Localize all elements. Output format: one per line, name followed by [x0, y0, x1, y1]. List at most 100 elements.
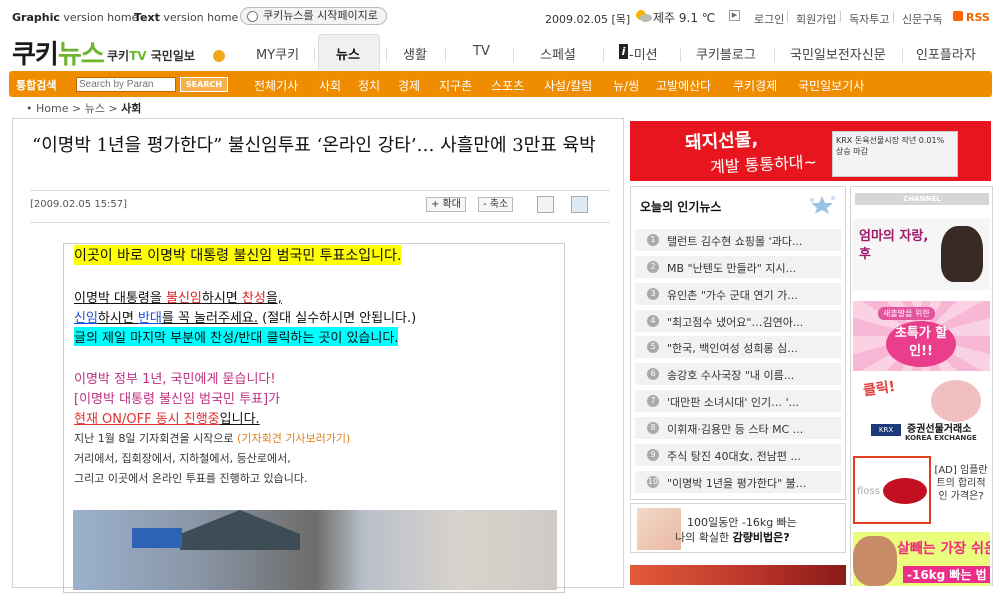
ad-text: KOREA EXCHANGE: [905, 434, 977, 442]
top-utility-bar: Graphic version home Text version home 쿠…: [0, 0, 1001, 34]
divider: [774, 48, 775, 62]
press-conference-link[interactable]: (기자회견 기사보러가기): [237, 432, 350, 445]
hot-news-title-text: 탤런트 김수현 쇼핑몰 '과다...: [667, 235, 803, 248]
hot-news-item[interactable]: 3 유인촌 "가수 군대 연기 가...: [635, 283, 841, 305]
rank-badge: 9: [647, 449, 659, 461]
tab-news[interactable]: 뉴스: [336, 44, 360, 63]
print-icon[interactable]: [537, 196, 554, 213]
subnav-kukmin-articles[interactable]: 국민일보기사: [798, 77, 864, 94]
zoom-in-button[interactable]: + 확대: [426, 197, 466, 212]
channel-ad-implant-link[interactable]: [AD] 임플란트의 합리적인 가격은?: [933, 464, 989, 503]
stars-icon: [810, 196, 835, 214]
channel-ad-diet[interactable]: 살빼는 가장 쉬운 법! -16kg 빠는 법: [853, 532, 990, 586]
divider: [893, 11, 894, 22]
zoom-out-button[interactable]: - 축소: [478, 197, 514, 212]
channel-ad-krx[interactable]: 클릭! KRX 증권선물거래소 KOREA EXCHANGE: [853, 376, 990, 446]
hot-news-item[interactable]: 1 탤런트 김수현 쇼핑몰 '과다...: [635, 229, 841, 251]
signup-link[interactable]: 회원가입: [796, 11, 836, 27]
tab-life[interactable]: 생활: [403, 44, 427, 63]
rank-badge: 7: [647, 395, 659, 407]
tv-label: TV: [129, 49, 147, 63]
tab-tv[interactable]: TV: [473, 44, 490, 59]
subnav-all[interactable]: 전체기사: [254, 77, 298, 94]
text: 하시면: [201, 291, 242, 306]
tab-i-mission[interactable]: -미션: [629, 44, 658, 63]
current-date: 2009.02.05 [목]: [545, 13, 631, 26]
crumb-news[interactable]: 뉴스: [85, 102, 105, 115]
search-button[interactable]: SEARCH: [180, 77, 228, 92]
subnav-world[interactable]: 지구촌: [439, 77, 472, 94]
ad-text: 새출발을 위한: [878, 307, 935, 320]
rank-badge: 2: [647, 261, 659, 273]
weather-next-button[interactable]: ▶: [729, 10, 740, 21]
kuki-label: 쿠키: [107, 49, 130, 63]
divider: [314, 48, 315, 62]
text: 가: [268, 392, 281, 407]
subnav-politics[interactable]: 정치: [358, 77, 380, 94]
text: 반대: [137, 311, 162, 326]
graphic-version-link[interactable]: Graphic version home: [12, 11, 138, 24]
krx-pork-banner[interactable]: 돼지선물, 계발 통통하대~ KRX 돈육선물시장 작년 0.01% 상승 마감: [630, 121, 991, 181]
reader-submission-link[interactable]: 독자투고: [849, 11, 889, 27]
text: 나의 확실한: [675, 531, 733, 544]
text: 감량비법은?: [732, 531, 790, 544]
tab-my-kuki[interactable]: MY쿠키: [256, 44, 299, 63]
login-link[interactable]: 로그인: [754, 11, 784, 27]
channel-ad-mom[interactable]: 엄마의 자랑, 후: [853, 218, 990, 290]
hot-news-item[interactable]: 5 "한국, 백인여성 성희롱 심...: [635, 336, 841, 358]
subnav-society[interactable]: 사회: [319, 77, 341, 94]
channel-ad-sale[interactable]: 새출발을 위한 초특가 할인!!: [853, 301, 990, 371]
ad-click-text: 클릭!: [862, 378, 897, 400]
hot-news-title-text: "이명박 1년을 평가한다" 불...: [667, 477, 807, 490]
subnav-report[interactable]: 고발에산다: [656, 77, 711, 94]
mobile-icon[interactable]: [571, 196, 588, 213]
tab-special[interactable]: 스페셜: [540, 44, 576, 63]
hot-news-item[interactable]: 9 주식 탕진 40대女, 전남편 ...: [635, 444, 841, 466]
body-line-2: 이명박 대통령을 불신임하시면 찬성을,: [74, 287, 282, 306]
text: 를 꼭 눌러주세요.: [161, 311, 258, 326]
ad-text: 초특가 할인!!: [886, 321, 956, 367]
bottom-ad-image[interactable]: [630, 565, 846, 585]
hot-news-item[interactable]: 6 송강호 수사국장 "내 이름...: [635, 363, 841, 385]
text: 현재 ON/OFF 동시 진행중: [74, 412, 220, 427]
channel-ad-implant-image[interactable]: floss: [853, 456, 931, 524]
hot-news-item[interactable]: 7 '대만판 소녀시대' 인기… '...: [635, 390, 841, 412]
subnav-new-thing[interactable]: 뉴/씽: [613, 77, 639, 94]
text-suffix: version home: [159, 11, 239, 24]
text-version-link[interactable]: Text version home: [134, 11, 238, 24]
kuki-news-logo[interactable]: 쿠키뉴스: [12, 34, 105, 71]
body-line-1: 이곳이 바로 이명박 대통령 불신임 범국민 투표소입니다.: [74, 245, 402, 265]
subnav-sports[interactable]: 스포츠: [491, 77, 524, 94]
rank-badge: 4: [647, 315, 659, 327]
ad-photo: [853, 536, 897, 586]
hot-news-title-text: 주식 탕진 40대女, 전남편 ...: [667, 450, 801, 463]
breadcrumb: • Home > 뉴스 > 사회: [26, 100, 141, 116]
set-start-page-button[interactable]: 쿠키뉴스를 시작페이지로: [240, 7, 387, 25]
banner-newspaper: KRX 돈육선물시장 작년 0.01% 상승 마감: [832, 131, 958, 177]
tab-epaper[interactable]: 국민일보전자신문: [790, 44, 886, 63]
hot-news-title-text: 송강호 수사국장 "내 이름...: [667, 369, 795, 382]
protest-photo: [73, 510, 557, 590]
subnav-editorial[interactable]: 사설/칼럼: [544, 77, 592, 94]
crumb-home[interactable]: Home: [36, 102, 68, 115]
crumb-sep: >: [71, 102, 82, 115]
hot-news-title-text: MB "난텐도 만들라" 지시...: [667, 262, 797, 275]
hot-news-item[interactable]: 8 이휘재·김용만 등 스타 MC ...: [635, 417, 841, 439]
hot-news-item[interactable]: 10 "이명박 1년을 평가한다" 불...: [635, 471, 841, 493]
diet-ad[interactable]: 100일동안 -16kg 빠는 나의 확실한 감량비법은?: [630, 503, 846, 553]
crumb-current: 사회: [121, 102, 142, 115]
rss-link[interactable]: RSS: [966, 11, 990, 24]
crumb-bullet: •: [26, 102, 33, 115]
subscribe-link[interactable]: 신문구독: [902, 11, 942, 27]
tab-kuki-blog[interactable]: 쿠키블로그: [696, 44, 756, 63]
subnav-kuki-economy[interactable]: 쿠키경제: [733, 77, 777, 94]
search-input[interactable]: [76, 77, 176, 92]
hot-news-item[interactable]: 4 "최고점수 냈어요"…김연아...: [635, 310, 841, 332]
tab-info-plaza[interactable]: 인포플라자: [916, 44, 976, 63]
text-label: Text: [134, 11, 160, 24]
text: (절대 실수하시면 안됩니다.): [257, 311, 417, 326]
hot-news-title-text: 유인촌 "가수 군대 연기 가...: [667, 289, 798, 302]
hot-news-item[interactable]: 2 MB "난텐도 만들라" 지시...: [635, 256, 841, 278]
subnav-economy[interactable]: 경제: [398, 77, 420, 94]
diet-ad-line-2: 나의 확실한 감량비법은?: [675, 529, 790, 545]
